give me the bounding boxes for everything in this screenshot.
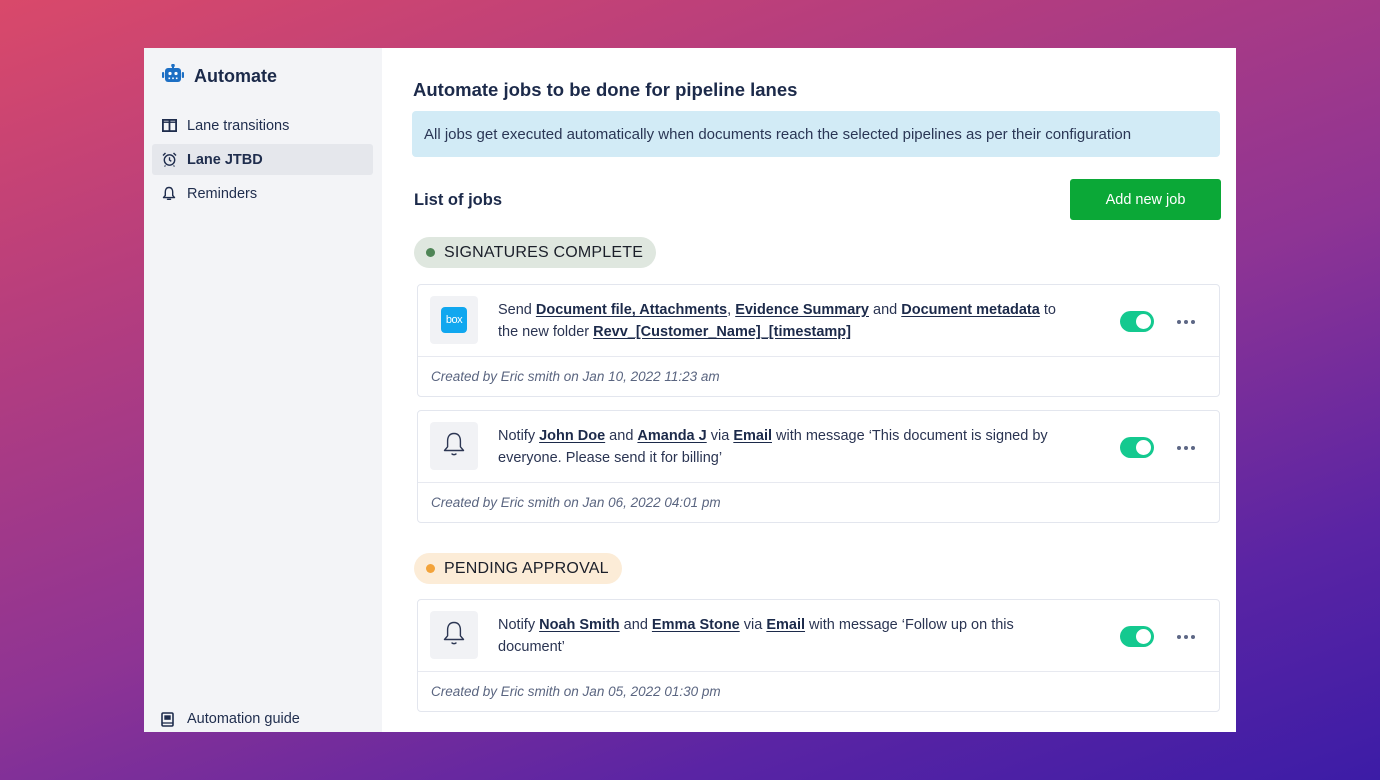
sidebar-item-label: Lane JTBD bbox=[187, 151, 263, 168]
sidebar-item-label: Lane transitions bbox=[187, 117, 290, 134]
automation-guide-label: Automation guide bbox=[187, 711, 300, 727]
sidebar-nav: Lane transitions Lane JTBD Reminders bbox=[152, 110, 373, 212]
job-text: Notify bbox=[498, 428, 540, 444]
job-description: Send Document file, Attachments, Evidenc… bbox=[498, 300, 1058, 343]
job-enabled-toggle[interactable] bbox=[1120, 626, 1154, 647]
book-icon bbox=[161, 711, 177, 727]
dot bbox=[1184, 320, 1188, 324]
job-link[interactable]: Document metadata bbox=[901, 302, 1040, 318]
job-link[interactable]: Email bbox=[733, 428, 772, 444]
alarm-clock-icon bbox=[161, 152, 177, 168]
job-link[interactable]: Document file, Attachments bbox=[536, 302, 727, 318]
job-created-info: Created by Eric smith on Jan 05, 2022 01… bbox=[431, 684, 721, 699]
robot-icon bbox=[162, 63, 184, 89]
dot bbox=[1191, 320, 1195, 324]
list-title: List of jobs bbox=[414, 191, 502, 209]
job-description: Notify Noah Smith and Emma Stone via Ema… bbox=[498, 615, 1058, 658]
group-label: SIGNATURES COMPLETE bbox=[444, 243, 644, 261]
job-body: box Send Document file, Attachments, Evi… bbox=[418, 285, 1219, 357]
group-badge-signatures-complete: SIGNATURES COMPLETE bbox=[414, 237, 657, 268]
job-link[interactable]: John Doe bbox=[539, 428, 605, 444]
job-icon-container: box bbox=[430, 296, 478, 344]
dot bbox=[1184, 446, 1188, 450]
columns-icon bbox=[161, 118, 177, 134]
job-body: Notify Noah Smith and Emma Stone via Ema… bbox=[418, 600, 1219, 672]
sidebar: Automate Lane transitions Lane JTBD Remi… bbox=[144, 48, 382, 732]
toggle-knob bbox=[1136, 314, 1151, 329]
job-text: and bbox=[868, 302, 902, 318]
job-text: , bbox=[727, 302, 736, 318]
group-badge-pending-approval: PENDING APPROVAL bbox=[414, 553, 622, 584]
job-created-info: Created by Eric smith on Jan 10, 2022 11… bbox=[431, 369, 720, 384]
job-description: Notify John Doe and Amanda J via Email w… bbox=[498, 426, 1058, 469]
page-title: Automate jobs to be done for pipeline la… bbox=[413, 79, 798, 100]
sidebar-item-lane-transitions[interactable]: Lane transitions bbox=[152, 110, 373, 141]
dot bbox=[1184, 635, 1188, 639]
sidebar-item-lane-jtbd[interactable]: Lane JTBD bbox=[152, 144, 373, 175]
job-text: Send bbox=[498, 302, 536, 318]
more-options-button[interactable] bbox=[1170, 437, 1202, 459]
job-link[interactable]: Evidence Summary bbox=[735, 302, 869, 318]
job-created-info: Created by Eric smith on Jan 06, 2022 04… bbox=[431, 495, 721, 510]
status-dot bbox=[426, 248, 435, 257]
brand: Automate bbox=[162, 63, 278, 89]
job-enabled-toggle[interactable] bbox=[1120, 437, 1154, 458]
bell-icon bbox=[442, 431, 466, 462]
bell-icon bbox=[442, 620, 466, 651]
job-text: via bbox=[706, 428, 734, 444]
dot bbox=[1191, 635, 1195, 639]
more-options-button[interactable] bbox=[1170, 626, 1202, 648]
add-new-job-button[interactable]: Add new job bbox=[1070, 179, 1221, 220]
brand-title: Automate bbox=[194, 66, 278, 86]
sidebar-item-label: Reminders bbox=[187, 185, 258, 202]
job-body: Notify John Doe and Amanda J via Email w… bbox=[418, 411, 1219, 483]
more-options-button[interactable] bbox=[1170, 311, 1202, 333]
automation-guide-link[interactable]: Automation guide bbox=[161, 711, 300, 727]
info-banner: All jobs get executed automatically when… bbox=[412, 111, 1220, 157]
job-enabled-toggle[interactable] bbox=[1120, 311, 1154, 332]
job-card: box Send Document file, Attachments, Evi… bbox=[417, 284, 1220, 397]
job-link[interactable]: Emma Stone bbox=[652, 617, 740, 633]
job-text: Notify bbox=[498, 617, 540, 633]
status-dot bbox=[426, 564, 435, 573]
job-link[interactable]: Revv_[Customer_Name]_[timestamp] bbox=[593, 324, 851, 340]
dot bbox=[1177, 320, 1181, 324]
job-text: and bbox=[619, 617, 652, 633]
job-link[interactable]: Noah Smith bbox=[539, 617, 620, 633]
job-text: and bbox=[605, 428, 638, 444]
dot bbox=[1191, 446, 1195, 450]
app-window: Automate Lane transitions Lane JTBD Remi… bbox=[144, 48, 1236, 732]
job-link[interactable]: Amanda J bbox=[637, 428, 706, 444]
job-icon-container bbox=[430, 422, 478, 470]
group-label: PENDING APPROVAL bbox=[444, 559, 609, 577]
sidebar-item-reminders[interactable]: Reminders bbox=[152, 178, 373, 209]
toggle-knob bbox=[1136, 440, 1151, 455]
dot bbox=[1177, 446, 1181, 450]
job-text: via bbox=[739, 617, 767, 633]
bell-icon bbox=[161, 186, 177, 202]
job-card: Notify Noah Smith and Emma Stone via Ema… bbox=[417, 599, 1220, 712]
toggle-knob bbox=[1136, 629, 1151, 644]
job-card: Notify John Doe and Amanda J via Email w… bbox=[417, 410, 1220, 523]
main-content: Automate jobs to be done for pipeline la… bbox=[382, 48, 1236, 732]
dot bbox=[1177, 635, 1181, 639]
job-link[interactable]: Email bbox=[766, 617, 805, 633]
box-logo-icon: box bbox=[441, 307, 467, 333]
job-icon-container bbox=[430, 611, 478, 659]
